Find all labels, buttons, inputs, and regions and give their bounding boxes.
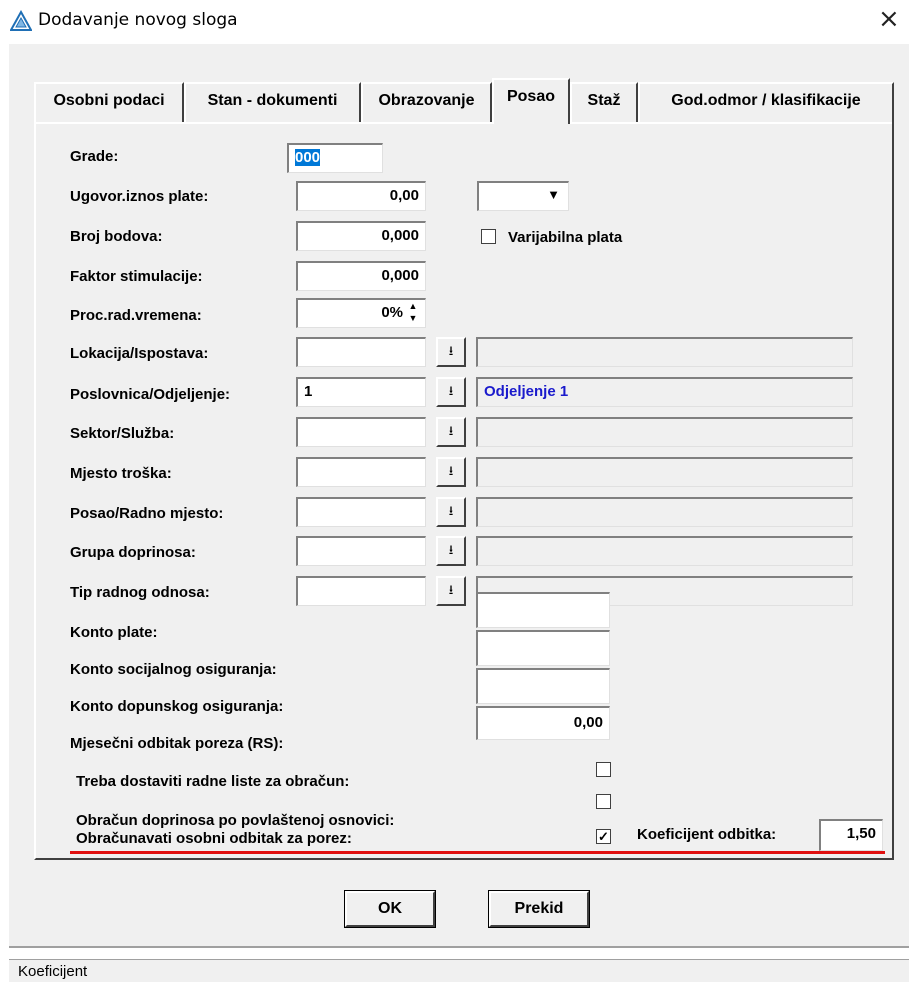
radno-code[interactable] [296,497,426,527]
download-arrow-icon: ⭳ [448,463,454,478]
osobni-odbitak-label: Obračunavati osobni odbitak za porez: [76,830,352,847]
faktor-field[interactable]: 0,000 [296,261,426,291]
poslovnica-code[interactable]: 1 [296,377,426,407]
grade-value: 000 [295,149,321,166]
tip-code[interactable] [296,576,426,606]
faktor-label: Faktor stimulacije: [70,268,203,285]
spin-down-icon[interactable]: ▼ [405,312,421,324]
app-triangle-icon [10,10,32,31]
proc-label: Proc.rad.vremena: [70,307,202,324]
chevron-down-icon: ▼ [547,187,560,202]
lokacija-lookup-button[interactable]: ⭳ [436,337,466,367]
mjesto-name [476,457,853,487]
poslovnica-lookup-button[interactable]: ⭳ [436,377,466,407]
grade-label: Grade: [70,148,119,165]
download-arrow-icon: ⭳ [448,383,454,398]
check-icon: ✓ [598,829,609,844]
poslovnica-name: Odjeljenje 1 [476,377,853,407]
konto-dop-label: Konto dopunskog osiguranja: [70,698,284,715]
bodovi-label: Broj bodova: [70,228,163,245]
window-title: Dodavanje novog sloga [38,10,238,30]
tab-obrazovanje[interactable]: Obrazovanje [361,82,492,122]
grupa-label: Grupa doprinosa: [70,544,196,561]
osobni-odbitak-checkbox[interactable]: ✓ [596,829,611,844]
sektor-name [476,417,853,447]
sektor-lookup-button[interactable]: ⭳ [436,417,466,447]
ugovor-field[interactable]: 0,00 [296,181,426,211]
highlight-underline [70,851,885,854]
konto-dop-field[interactable] [476,668,610,704]
radne-liste-checkbox[interactable] [596,762,611,777]
sektor-label: Sektor/Služba: [70,425,175,442]
lokacija-name [476,337,853,367]
tab-posao[interactable]: Posao [492,78,570,124]
tip-label: Tip radnog odnosa: [70,584,210,601]
tab-osobni-podaci[interactable]: Osobni podaci [34,82,184,122]
download-arrow-icon: ⭳ [448,423,454,438]
tab-stan-dokumenti[interactable]: Stan - dokumenti [184,82,361,122]
tab-god-odmor[interactable]: God.odmor / klasifikacije [638,82,894,122]
tip-lookup-button[interactable]: ⭳ [436,576,466,606]
proc-value: 0% [381,304,403,321]
mjesto-lookup-button[interactable]: ⭳ [436,457,466,487]
konto-plate-label: Konto plate: [70,624,158,641]
konto-soc-label: Konto socijalnog osiguranja: [70,661,277,678]
bodovi-field[interactable]: 0,000 [296,221,426,251]
varijabilna-checkbox[interactable] [481,229,496,244]
currency-select[interactable]: ▼ [477,181,569,211]
ok-button[interactable]: OK [344,890,436,928]
konto-plate-field[interactable] [476,592,610,628]
download-arrow-icon: ⭳ [448,582,454,597]
download-arrow-icon: ⭳ [448,542,454,557]
dialog-bottom-edge [9,946,909,948]
grupa-code[interactable] [296,536,426,566]
varijabilna-label: Varijabilna plata [508,229,623,246]
mjesto-code[interactable] [296,457,426,487]
lokacija-code[interactable] [296,337,426,367]
download-arrow-icon: ⭳ [448,503,454,518]
status-text: Koeficijent [18,963,88,980]
koeficijent-label: Koeficijent odbitka: [637,826,777,843]
grupa-lookup-button[interactable]: ⭳ [436,536,466,566]
download-arrow-icon: ⭳ [448,343,454,358]
radno-name [476,497,853,527]
lokacija-label: Lokacija/Ispostava: [70,345,209,362]
radno-label: Posao/Radno mjesto: [70,505,224,522]
grupa-name [476,536,853,566]
radne-liste-label: Treba dostaviti radne liste za obračun: [76,773,350,790]
mjesto-label: Mjesto troška: [70,465,172,482]
status-bar [9,959,909,982]
sektor-code[interactable] [296,417,426,447]
ugovor-label: Ugovor.iznos plate: [70,188,209,205]
povlastena-checkbox[interactable] [596,794,611,809]
koeficijent-field[interactable]: 1,50 [819,819,883,851]
close-icon[interactable]: × [878,4,900,34]
spinner[interactable]: ▲ ▼ [405,300,421,326]
tab-staz[interactable]: Staž [570,82,638,122]
grade-field[interactable]: 000 [287,143,383,173]
povlastena-label: Obračun doprinosa po povlaštenoj osnovic… [76,812,395,829]
spin-up-icon[interactable]: ▲ [405,300,421,312]
poslovnica-label: Poslovnica/Odjeljenje: [70,386,231,403]
cancel-button[interactable]: Prekid [488,890,590,928]
konto-soc-field[interactable] [476,630,610,666]
radno-lookup-button[interactable]: ⭳ [436,497,466,527]
odbitak-rs-label: Mjesečni odbitak poreza (RS): [70,735,284,752]
odbitak-rs-field[interactable]: 0,00 [476,706,610,740]
